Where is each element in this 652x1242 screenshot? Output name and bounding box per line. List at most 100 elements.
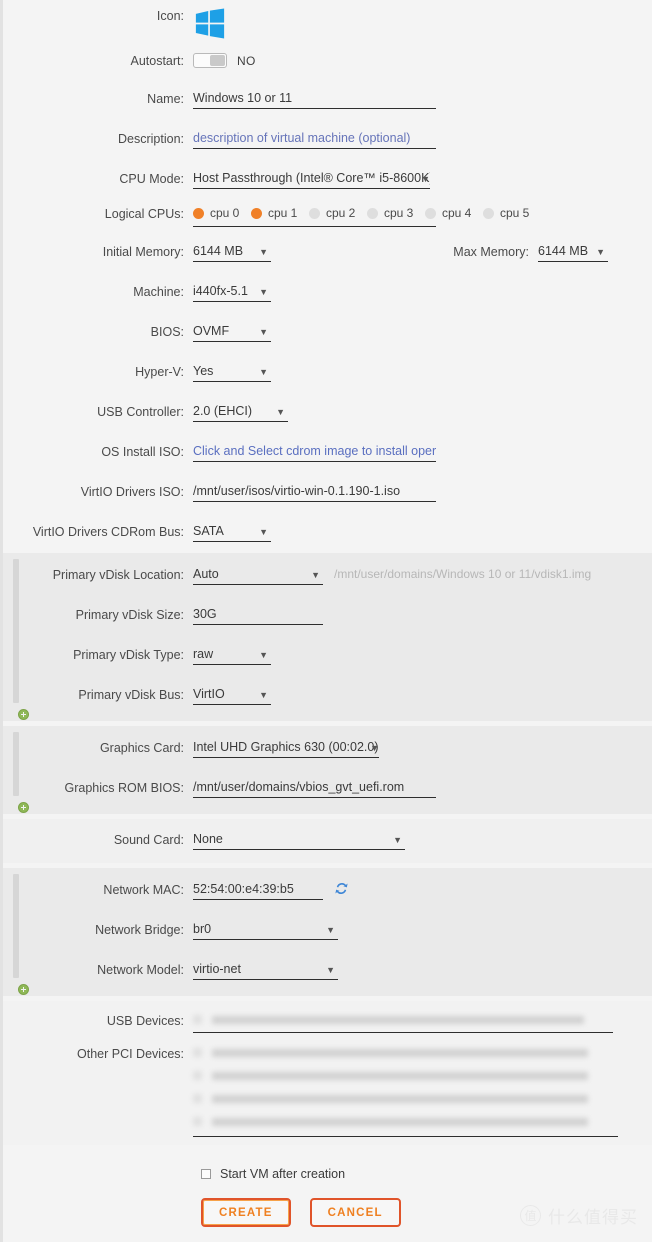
description-input[interactable]: description of virtual machine (optional… (193, 131, 436, 149)
machine-select[interactable]: i440fx-5.1 ▼ (193, 284, 271, 302)
add-graphics-button[interactable] (18, 802, 29, 813)
vdisk-location-value: Auto (193, 567, 219, 581)
redacted-text (212, 1094, 588, 1103)
logical-cpus-underline (193, 226, 436, 227)
graphics-card-row: Graphics Card: Intel UHD Graphics 630 (0… (3, 740, 652, 758)
graphics-section: Graphics Card: Intel UHD Graphics 630 (0… (3, 726, 652, 814)
cpu-checkbox-3[interactable]: cpu 3 (367, 206, 425, 220)
list-item[interactable] (193, 1046, 632, 1059)
list-item[interactable] (193, 1115, 632, 1128)
cpu-mode-value: Host Passthrough (Intel® Core™ i5-8600K) (193, 171, 430, 185)
create-button[interactable]: CREATE (201, 1198, 291, 1227)
description-row: Description: description of virtual mach… (3, 131, 652, 149)
refresh-icon[interactable] (335, 882, 348, 897)
start-vm-checkbox-row[interactable]: Start VM after creation (201, 1167, 652, 1181)
start-vm-checkbox[interactable] (201, 1169, 211, 1179)
initial-memory-select[interactable]: 6144 MB ▼ (193, 244, 271, 262)
vdisk-size-row: Primary vDisk Size: 30G (3, 607, 652, 625)
icon-row: Icon: (3, 0, 652, 40)
chevron-down-icon: ▼ (276, 407, 285, 417)
network-bridge-row: Network Bridge: br0 ▼ (3, 922, 652, 940)
virtio-cdrom-bus-row: VirtIO Drivers CDRom Bus: SATA ▼ (3, 524, 652, 542)
sound-section: Sound Card: None ▼ (3, 819, 652, 863)
os-install-iso-label: OS Install ISO: (101, 445, 184, 459)
other-pci-devices-row: Other PCI Devices: (3, 1046, 652, 1137)
cpu-dot-icon (367, 207, 378, 219)
bios-row: BIOS: OVMF ▼ (3, 324, 652, 342)
sound-card-select[interactable]: None ▼ (193, 832, 405, 850)
vdisk-size-input[interactable]: 30G (193, 607, 323, 625)
machine-value: i440fx-5.1 (193, 284, 248, 298)
chevron-down-icon: ▼ (259, 327, 268, 337)
chevron-down-icon: ▼ (259, 287, 268, 297)
cpu-checkbox-0[interactable]: cpu 0 (193, 206, 251, 220)
cpu-checkbox-1[interactable]: cpu 1 (251, 206, 309, 220)
other-pci-devices-list[interactable] (193, 1046, 632, 1128)
network-model-select[interactable]: virtio-net ▼ (193, 962, 338, 980)
machine-row: Machine: i440fx-5.1 ▼ (3, 284, 652, 302)
other-pci-devices-label: Other PCI Devices: (77, 1047, 184, 1061)
cpu-checkbox-4[interactable]: cpu 4 (425, 206, 483, 220)
cpu-mode-label: CPU Mode: (119, 172, 184, 186)
usb-controller-select[interactable]: 2.0 (EHCI) ▼ (193, 404, 288, 422)
vdisk-bus-value: VirtIO (193, 687, 225, 701)
vdisk-bus-row: Primary vDisk Bus: VirtIO ▼ (3, 687, 652, 705)
list-item[interactable] (193, 1013, 632, 1026)
initial-memory-value: 6144 MB (193, 244, 244, 258)
cpu-mode-select[interactable]: Host Passthrough (Intel® Core™ i5-8600K)… (193, 171, 430, 189)
usb-devices-list[interactable] (193, 1013, 632, 1026)
vdisk-bus-label: Primary vDisk Bus: (78, 688, 184, 702)
checkbox-icon (193, 1117, 202, 1126)
vdisk-location-select[interactable]: Auto ▼ (193, 567, 323, 585)
graphics-card-select[interactable]: Intel UHD Graphics 630 (00:02.0) ▼ (193, 740, 379, 758)
vdisk-location-hint: /mnt/user/domains/Windows 10 or 11/vdisk… (334, 567, 592, 581)
usb-devices-underline (193, 1032, 613, 1033)
autostart-value: NO (237, 53, 256, 68)
checkbox-icon (193, 1048, 202, 1057)
hyperv-select[interactable]: Yes ▼ (193, 364, 271, 382)
virtio-drivers-iso-input[interactable]: /mnt/user/isos/virtio-win-0.1.190-1.iso (193, 484, 436, 502)
machine-label: Machine: (133, 285, 184, 299)
virtio-cdrom-bus-value: SATA (193, 524, 224, 538)
cpu-label: cpu 3 (384, 206, 414, 220)
sound-card-value: None (193, 832, 223, 846)
network-mac-input[interactable]: 52:54:00:e4:39:b5 (193, 882, 323, 900)
network-bridge-label: Network Bridge: (95, 923, 184, 937)
vdisk-type-select[interactable]: raw ▼ (193, 647, 271, 665)
bios-select[interactable]: OVMF ▼ (193, 324, 271, 342)
add-vdisk-button[interactable] (18, 709, 29, 720)
windows-logo-icon[interactable] (193, 8, 227, 40)
list-item[interactable] (193, 1069, 632, 1082)
add-network-button[interactable] (18, 984, 29, 995)
other-pci-devices-underline (193, 1136, 618, 1137)
cpu-mode-row: CPU Mode: Host Passthrough (Intel® Core™… (3, 171, 652, 189)
toggle-knob (210, 55, 225, 66)
chevron-down-icon: ▼ (326, 965, 335, 975)
list-item[interactable] (193, 1092, 632, 1105)
os-install-iso-row: OS Install ISO: Click and Select cdrom i… (3, 444, 652, 462)
cpu-checkbox-2[interactable]: cpu 2 (309, 206, 367, 220)
virtio-cdrom-bus-select[interactable]: SATA ▼ (193, 524, 271, 542)
cpu-checkbox-5[interactable]: cpu 5 (483, 206, 541, 220)
cpu-dot-icon (309, 207, 320, 219)
autostart-toggle[interactable] (193, 53, 227, 68)
graphics-card-label: Graphics Card: (99, 741, 184, 755)
virtio-cdrom-bus-label: VirtIO Drivers CDRom Bus: (32, 525, 184, 539)
max-memory-select[interactable]: 6144 MB ▼ (538, 244, 608, 262)
network-section: Network MAC: 52:54:00:e4:39:b5 Network B… (3, 868, 652, 996)
graphics-rom-bios-input[interactable]: /mnt/user/domains/vbios_gvt_uefi.rom (193, 780, 436, 798)
os-install-iso-input[interactable]: Click and Select cdrom image to install … (193, 444, 436, 462)
usb-controller-label: USB Controller: (97, 405, 184, 419)
cancel-button[interactable]: CANCEL (309, 1198, 401, 1227)
icon-field[interactable] (193, 8, 652, 40)
chevron-down-icon: ▼ (259, 527, 268, 537)
vdisk-bus-select[interactable]: VirtIO ▼ (193, 687, 271, 705)
name-input[interactable]: Windows 10 or 11 (193, 91, 436, 109)
network-bridge-select[interactable]: br0 ▼ (193, 922, 338, 940)
chevron-down-icon: ▼ (259, 650, 268, 660)
usb-devices-row: USB Devices: (3, 1013, 652, 1033)
sound-card-row: Sound Card: None ▼ (3, 832, 652, 850)
cpu-label: cpu 0 (210, 206, 240, 220)
icon-label: Icon: (156, 9, 184, 23)
chevron-down-icon: ▼ (326, 925, 335, 935)
